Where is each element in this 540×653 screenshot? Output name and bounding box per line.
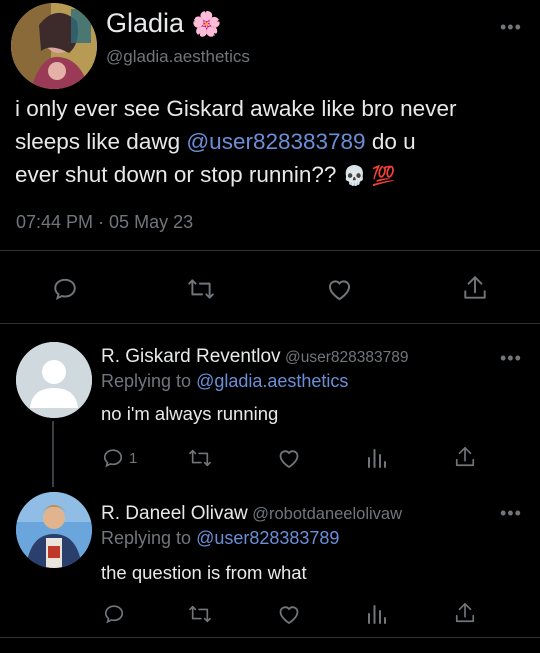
reply1-replying-to: Replying to @gladia.aesthetics — [101, 371, 348, 392]
reply2-display-name: R. Daneel Olivaw — [101, 503, 248, 524]
reply1-replying-prefix: Replying to — [101, 371, 197, 391]
reply1-display-name: R. Giskard Reventlov — [101, 346, 281, 367]
reply2-like-icon[interactable] — [277, 603, 301, 625]
retweet-icon[interactable] — [187, 276, 215, 302]
daneel-avatar[interactable] — [16, 492, 92, 568]
timestamp-separator: · — [93, 212, 110, 232]
reply2-more-button[interactable]: ••• — [500, 504, 522, 522]
share-icon[interactable] — [462, 274, 488, 302]
main-more-button[interactable]: ••• — [500, 18, 522, 36]
reply1-retweet-icon[interactable] — [188, 447, 212, 469]
main-divider-top — [0, 250, 540, 251]
reply2-handle: @robotdaneelolivaw — [252, 505, 402, 523]
reply1-handle: @user828383789 — [284, 349, 409, 366]
tweet-line-2-post: do u — [365, 129, 416, 154]
tweet-emojis: 💀 💯 — [342, 166, 396, 187]
mention-link[interactable]: @user828383789 — [186, 129, 365, 154]
reply2-text: the question is from what — [101, 562, 307, 583]
reply2-replying-link[interactable]: @user828383789 — [196, 528, 339, 548]
reply2-replying-prefix: Replying to — [101, 528, 197, 548]
reply2-share-icon[interactable] — [454, 601, 476, 625]
tweet-time: 07:44 PM — [16, 212, 94, 232]
reply1-more-button[interactable]: ••• — [500, 349, 522, 367]
reply1-comment-button[interactable]: 1 — [102, 447, 137, 469]
reply1-share-icon[interactable] — [454, 445, 476, 469]
giskard-avatar[interactable] — [16, 342, 92, 418]
reply2-analytics-icon[interactable] — [366, 603, 388, 625]
comment-icon — [103, 449, 123, 468]
reply2-retweet-icon[interactable] — [188, 603, 212, 625]
tweet-date: 05 May 23 — [109, 212, 194, 232]
reply2-header[interactable]: R. Daneel Olivaw @robotdaneelolivaw — [101, 503, 402, 525]
bottom-divider — [0, 637, 540, 638]
reply2-replying-to: Replying to @user828383789 — [101, 528, 339, 549]
main-handle[interactable]: @gladia.aesthetics — [106, 47, 250, 67]
thread-line — [52, 421, 54, 487]
tweet-line-3-text: ever shut down or stop runnin?? — [15, 162, 343, 187]
reply1-text: no i'm always running — [101, 403, 279, 424]
tweet-line-1: i only ever see Giskard awake like bro n… — [15, 96, 457, 121]
reply1-replying-link[interactable]: @gladia.aesthetics — [196, 371, 348, 391]
gladia-avatar[interactable] — [11, 3, 97, 89]
tweet-timestamp[interactable]: 07:44 PM · 05 May 23 — [16, 212, 193, 233]
flower-emoji: 🌸 — [191, 11, 222, 38]
gladia-avatar-art — [11, 3, 97, 89]
tweet-line-2-pre: sleeps like dawg — [15, 129, 187, 154]
reply1-analytics-icon[interactable] — [366, 447, 388, 469]
reply1-header[interactable]: R. Giskard Reventlov @user828383789 — [101, 346, 408, 368]
reply2-comment-icon[interactable] — [103, 603, 125, 625]
tweet-line-3: ever shut down or stop runnin?? 💀 💯 — [15, 158, 540, 193]
default-profile-icon — [16, 342, 92, 418]
reply1-like-icon[interactable] — [277, 447, 301, 469]
main-divider-bottom — [0, 323, 540, 324]
main-tweet-text: i only ever see Giskard awake like bro n… — [15, 92, 540, 193]
display-name-text: Gladia — [106, 8, 185, 38]
comment-icon[interactable] — [52, 276, 78, 302]
tweet-line-2: sleeps like dawg @user828383789 do u — [15, 125, 540, 158]
daneel-avatar-art — [16, 492, 92, 568]
like-icon[interactable] — [326, 276, 353, 302]
main-display-name[interactable]: Gladia 🌸 — [106, 8, 221, 39]
reply1-reply-count: 1 — [129, 449, 138, 467]
